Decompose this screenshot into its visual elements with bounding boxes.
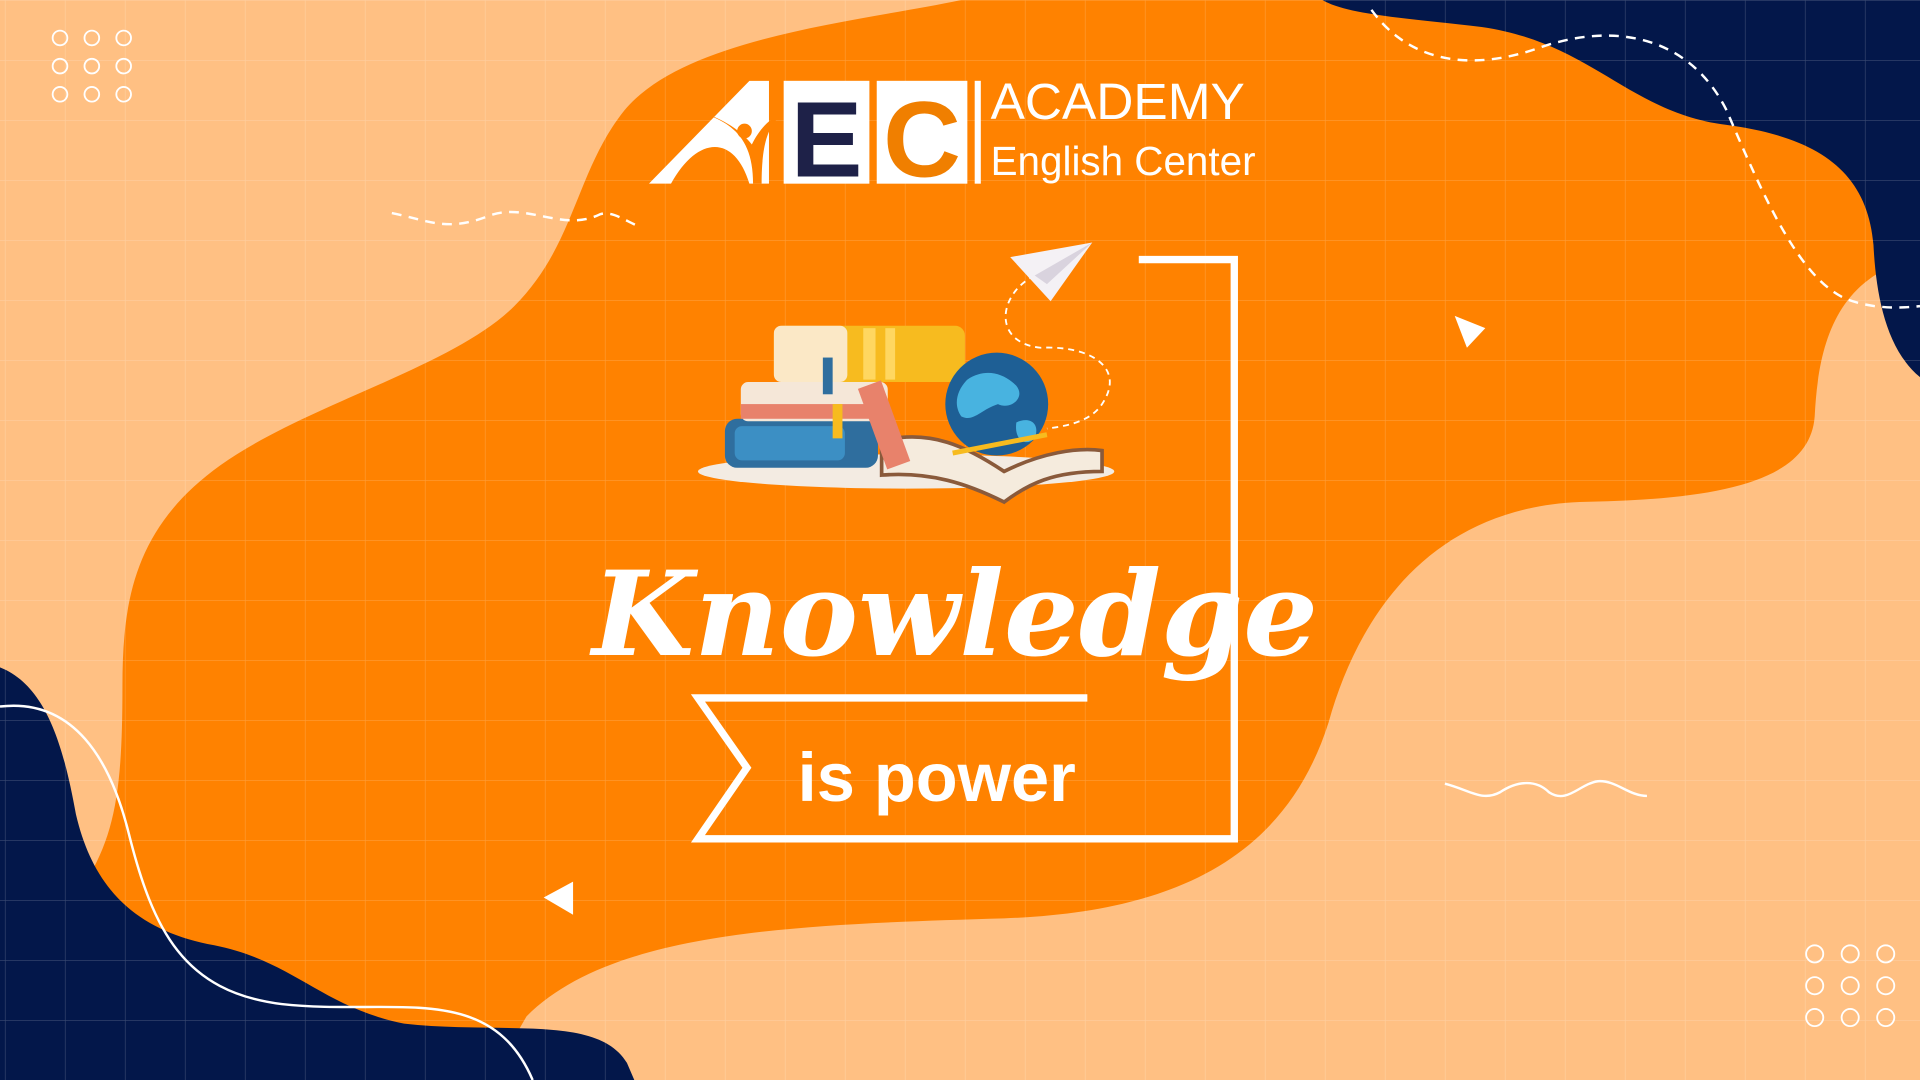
- logo-name: ACADEMY: [991, 72, 1245, 130]
- globe-icon: [945, 352, 1049, 456]
- headline-banner-text: is power: [798, 739, 1076, 816]
- headline-script-word: Knowledge: [589, 545, 1318, 683]
- logo-subtitle: English Center: [991, 138, 1256, 184]
- logo-letter-e: E: [791, 78, 863, 199]
- logo-letter-c: C: [883, 78, 961, 199]
- banner-canvas: E C ACADEMY English Center Knowledge is: [0, 0, 1920, 1080]
